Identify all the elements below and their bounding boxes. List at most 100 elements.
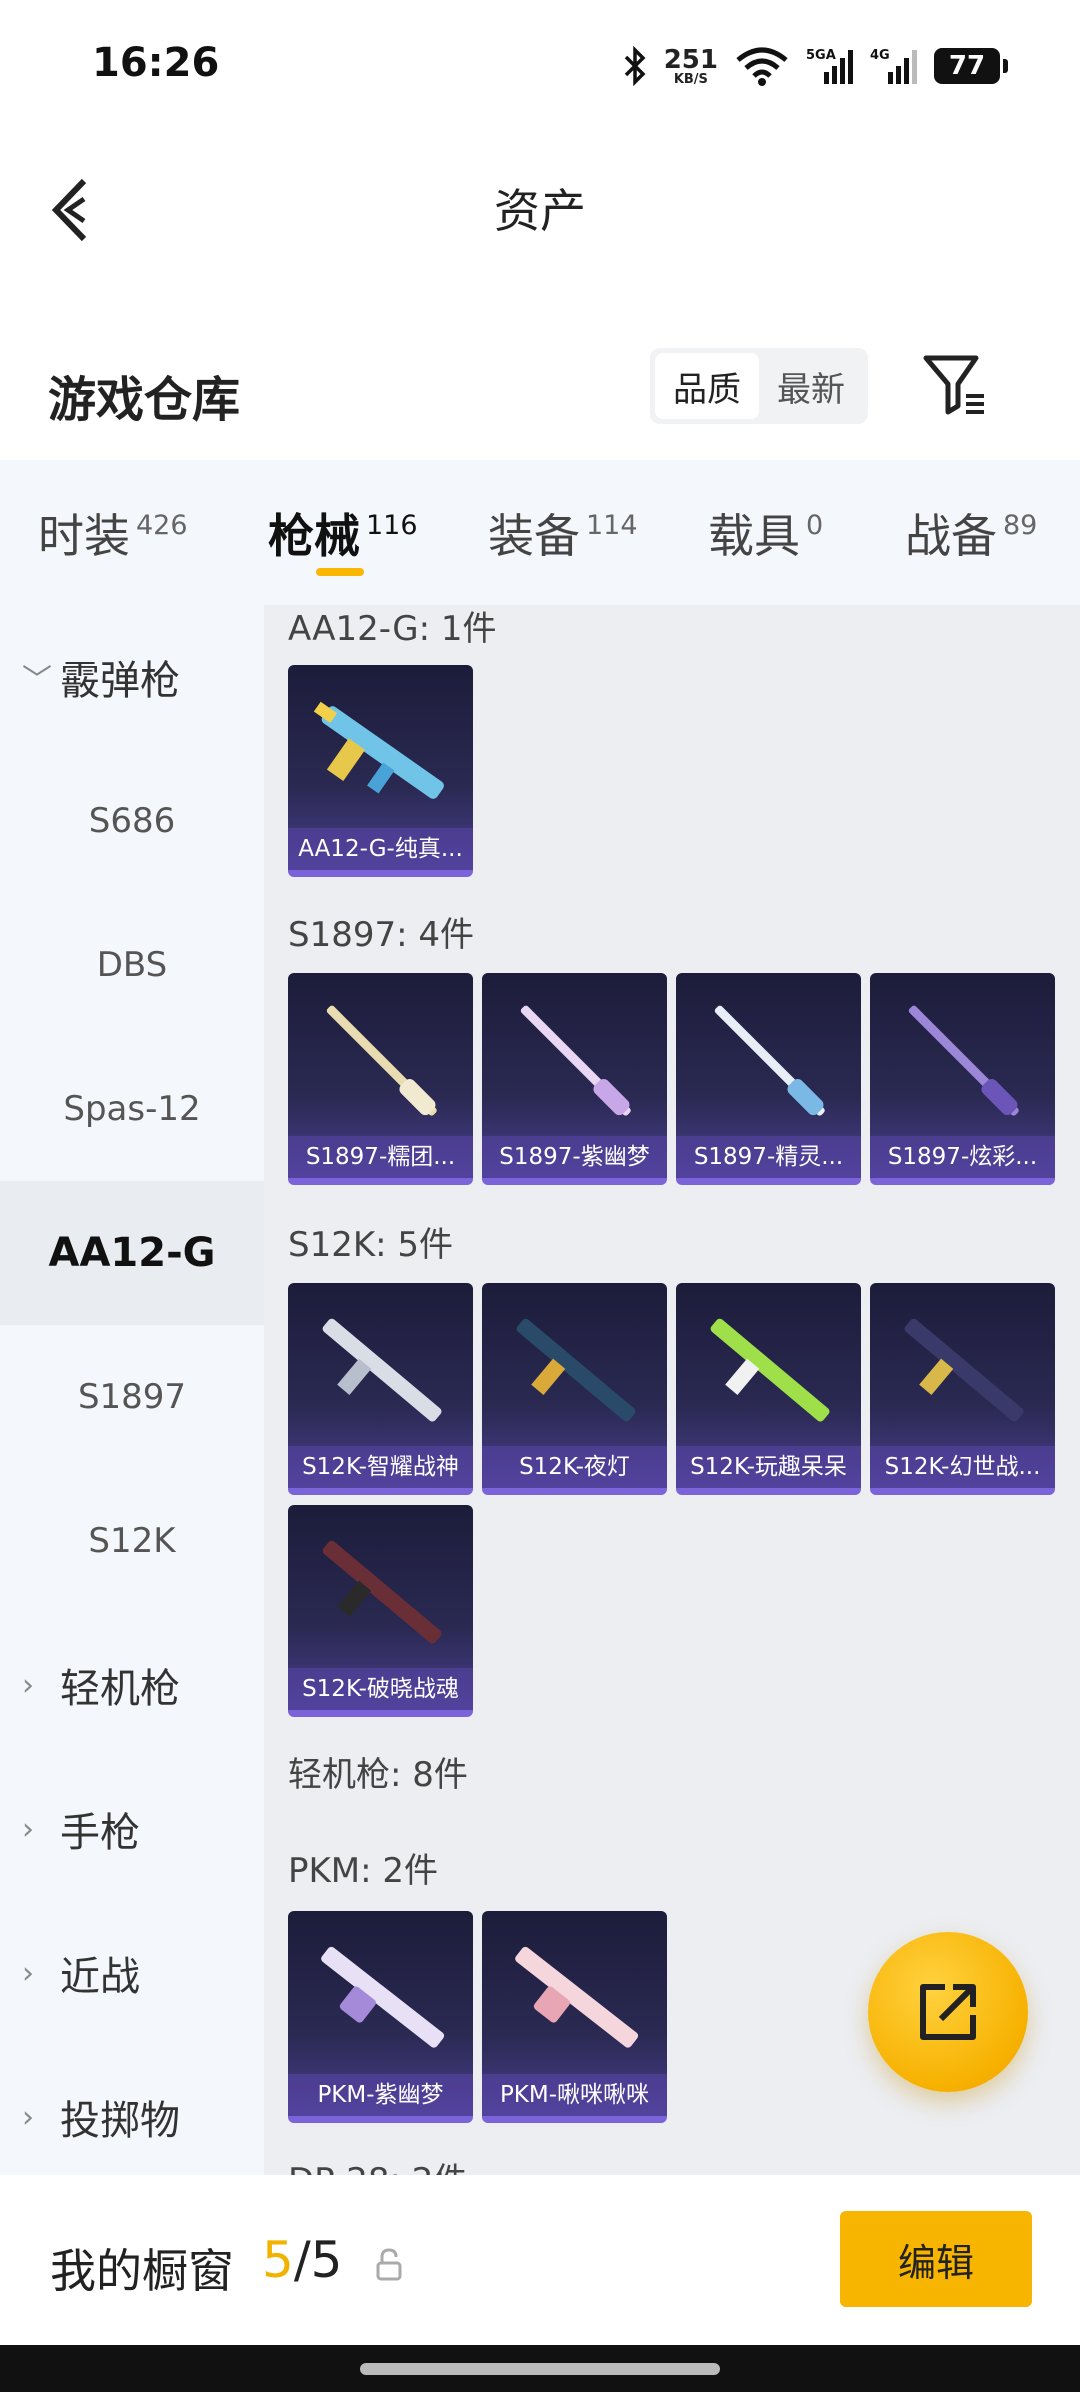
section-title-lmg: 轻机枪: 8件 (288, 1755, 468, 1795)
weapon-image (515, 1946, 639, 2048)
sidebar-item-s686[interactable]: S686 (0, 749, 264, 893)
tab-label: 装备 (488, 509, 580, 563)
weapon-image (908, 1005, 1019, 1116)
skin-card[interactable]: S12K-智耀战神 (288, 1283, 473, 1495)
skin-card[interactable]: S1897-炫彩... (870, 973, 1055, 1185)
nav-bar: 资产 (0, 130, 1080, 280)
weapon-image (714, 1005, 825, 1116)
active-tab-indicator (316, 568, 364, 576)
edit-button[interactable]: 编辑 (840, 2211, 1032, 2307)
skin-card[interactable]: PKM-啾咪啾咪 (482, 1911, 667, 2123)
section-title-aa12g: AA12-G: 1件 (288, 609, 497, 649)
sidebar-item-label: 轻机枪 (60, 1666, 180, 1712)
weapon-image (326, 1005, 437, 1116)
skin-card-label: PKM-啾咪啾咪 (482, 2074, 667, 2116)
section-title-s12k: S12K: 5件 (288, 1225, 454, 1265)
sidebar-item-label: 手枪 (60, 1810, 140, 1856)
home-indicator[interactable] (360, 2363, 720, 2375)
sidebar-item-lmg[interactable]: › 轻机枪 (0, 1613, 264, 1757)
skin-card-label: S1897-糯团... (288, 1136, 473, 1178)
tab-count: 0 (806, 510, 824, 541)
sidebar-item-pistol[interactable]: › 手枪 (0, 1757, 264, 1901)
weapon-image (516, 1318, 636, 1422)
weapon-image (520, 1005, 631, 1116)
skin-card[interactable]: S1897-精灵... (676, 973, 861, 1185)
tab-equipment[interactable]: 装备 114 (488, 500, 638, 566)
signal-2-label: 4G (870, 48, 890, 63)
tab-count: 114 (586, 510, 638, 541)
tab-count: 89 (1003, 510, 1038, 541)
weapon-image (322, 1540, 442, 1644)
status-time: 16:26 (92, 40, 220, 86)
tab-label: 载具 (708, 509, 800, 563)
skin-card[interactable]: S1897-紫幽梦 (482, 973, 667, 1185)
lock-icon (376, 2248, 402, 2281)
showcase-count: 5/5 (262, 2231, 342, 2289)
tab-guns[interactable]: 枪械 116 (268, 500, 418, 566)
tab-label: 枪械 (268, 509, 360, 563)
showcase-title: 我的橱窗 (50, 2244, 234, 2298)
share-button[interactable] (868, 1932, 1028, 2092)
filter-icon (923, 355, 984, 415)
sort-latest-option[interactable]: 最新 (759, 353, 863, 419)
sidebar-item-s12k[interactable]: S12K (0, 1469, 264, 1613)
signal-1-label: 5GA (806, 48, 836, 63)
skin-card-label: PKM-紫幽梦 (288, 2074, 473, 2116)
skin-card[interactable]: AA12-G-纯真... (288, 665, 473, 877)
status-icons: 251 KB/S 5GA 4G 77 (622, 42, 1008, 90)
skin-card[interactable]: PKM-紫幽梦 (288, 1911, 473, 2123)
showcase-count-separator: / (293, 2231, 311, 2289)
sidebar-item-s1897[interactable]: S1897 (0, 1325, 264, 1469)
skin-card[interactable]: S1897-糯团... (288, 973, 473, 1185)
skin-card-label: S12K-破晓战魂 (288, 1668, 473, 1710)
tab-vehicles[interactable]: 载具 0 (708, 500, 823, 566)
tab-label: 战备 (905, 509, 997, 563)
battery-indicator: 77 (934, 48, 1008, 84)
skin-card-label: S12K-夜灯 (482, 1446, 667, 1488)
net-speed-value: 251 (663, 44, 718, 75)
bluetooth-icon (624, 46, 646, 86)
chevron-right-icon: › (22, 1811, 34, 1847)
weapon-image (710, 1318, 830, 1422)
warehouse-title: 游戏仓库 (48, 372, 241, 428)
sidebar-item-label: 近战 (60, 1954, 140, 2000)
sidebar-item-aa12g[interactable]: AA12-G (0, 1181, 264, 1325)
weapon-image (321, 1946, 445, 2048)
net-speed-unit: KB/S (673, 71, 708, 87)
skin-card-label: AA12-G-纯真... (288, 828, 473, 870)
sort-toggle: 品质 最新 (650, 348, 868, 424)
chevron-right-icon: › (22, 1667, 34, 1703)
wifi-icon (736, 47, 788, 86)
net-speed: 251 KB/S (664, 47, 718, 86)
section-title-dp28: DP-28: 2件 (288, 2153, 467, 2175)
skin-card-label: S1897-炫彩... (870, 1136, 1055, 1178)
sidebar-item-throwables[interactable]: › 投掷物 (0, 2045, 264, 2175)
skin-card[interactable]: S12K-破晓战魂 (288, 1505, 473, 1717)
showcase-bar: 我的橱窗 5/5 编辑 (0, 2175, 1080, 2345)
share-external-icon (920, 1984, 976, 2040)
weapon-image (313, 701, 444, 799)
sidebar-item-spas12[interactable]: Spas-12 (0, 1037, 264, 1181)
section-title-s1897: S1897: 4件 (288, 915, 475, 955)
sidebar-item-dbs[interactable]: DBS (0, 893, 264, 1037)
page-title: 资产 (494, 184, 586, 238)
weapon-image (322, 1318, 442, 1422)
tab-count: 116 (366, 510, 418, 541)
skin-card-label: S1897-紫幽梦 (482, 1136, 667, 1178)
chevron-right-icon: › (22, 2099, 34, 2135)
tab-supplies[interactable]: 战备 89 (905, 500, 1037, 566)
status-bar: 16:26 251 KB/S 5GA 4G 77 (0, 0, 1080, 130)
skin-card[interactable]: S12K-夜灯 (482, 1283, 667, 1495)
filter-button[interactable] (920, 350, 990, 420)
signal-5g-icon: 5GA (806, 48, 853, 84)
skin-card-label: S12K-玩趣呆呆 (676, 1446, 861, 1488)
chevron-right-icon: › (22, 1955, 34, 1991)
section-title-pkm: PKM: 2件 (288, 1851, 439, 1891)
sidebar-item-label: 投掷物 (60, 2098, 180, 2144)
sort-quality-option[interactable]: 品质 (655, 353, 759, 419)
skin-card[interactable]: S12K-幻世战... (870, 1283, 1055, 1495)
sidebar-item-melee[interactable]: › 近战 (0, 1901, 264, 2045)
skin-card[interactable]: S12K-玩趣呆呆 (676, 1283, 861, 1495)
tab-fashion[interactable]: 时装 426 (38, 500, 188, 566)
sidebar-item-shotgun[interactable]: ﹀ 霰弹枪 (0, 605, 264, 749)
